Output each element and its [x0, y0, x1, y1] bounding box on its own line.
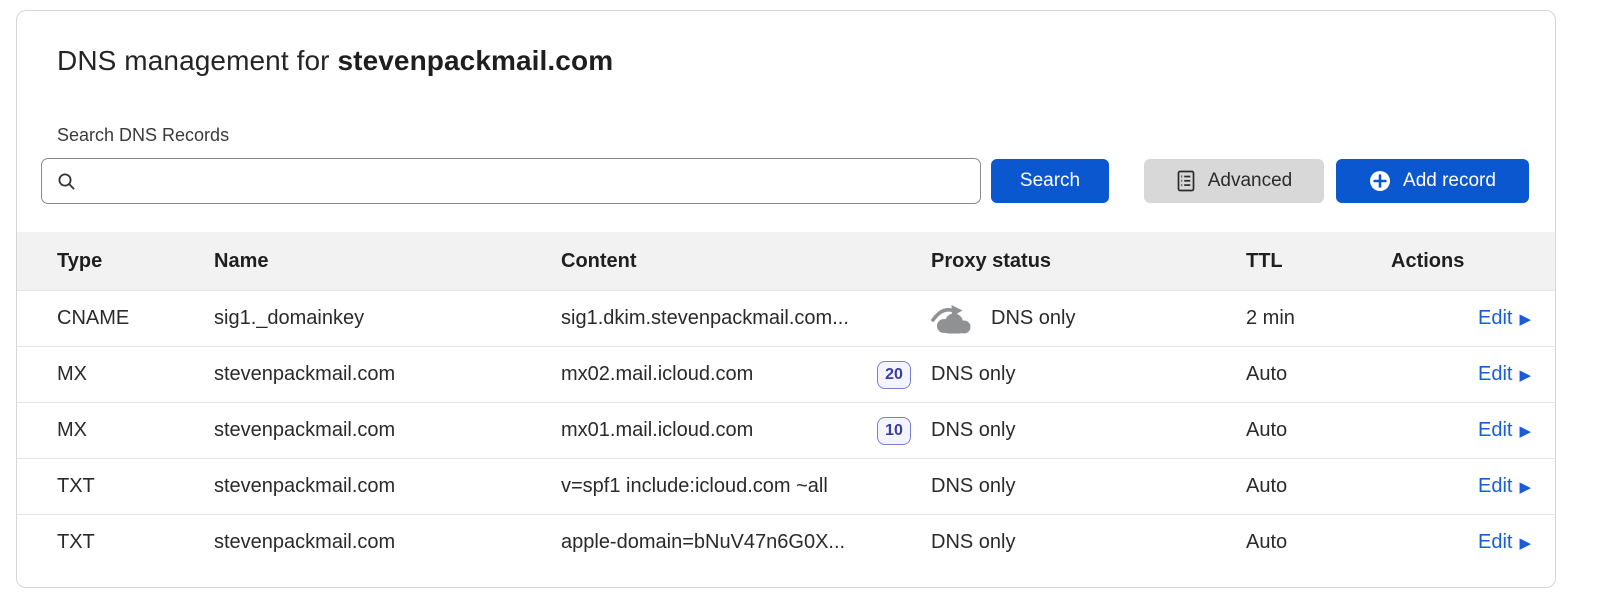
record-name: sig1._domainkey: [214, 307, 561, 330]
record-type: MX: [57, 419, 214, 442]
record-ttl: Auto: [1230, 363, 1375, 386]
edit-chevron-icon: ▶: [1519, 312, 1531, 327]
edit-link-label: Edit: [1478, 307, 1512, 330]
record-type: TXT: [57, 475, 214, 498]
table-body: CNAME sig1._domainkey sig1.dkim.stevenpa…: [17, 290, 1555, 570]
table-row: MX stevenpackmail.com mx02.mail.icloud.c…: [17, 346, 1555, 402]
edit-record-link[interactable]: Edit ▶: [1478, 531, 1531, 554]
proxy-status-text: DNS only: [931, 419, 1015, 442]
record-name: stevenpackmail.com: [214, 363, 561, 386]
edit-record-link[interactable]: Edit ▶: [1478, 419, 1531, 442]
column-header-proxy-status: Proxy status: [915, 250, 1230, 273]
dns-management-card: DNS management for stevenpackmail.com Se…: [16, 10, 1556, 588]
record-content: v=spf1 include:icloud.com ~all: [561, 475, 828, 498]
page-title-domain: stevenpackmail.com: [337, 45, 613, 76]
column-header-name: Name: [214, 250, 561, 273]
advanced-button[interactable]: Advanced: [1144, 159, 1324, 203]
proxy-status-text: DNS only: [931, 363, 1015, 386]
column-header-actions: Actions: [1375, 250, 1531, 273]
page-title-prefix: DNS management for: [57, 45, 337, 76]
search-icon: [56, 171, 77, 192]
record-content: mx01.mail.icloud.com: [561, 419, 753, 442]
record-type: MX: [57, 363, 214, 386]
edit-chevron-icon: ▶: [1519, 368, 1531, 383]
proxy-status-text: DNS only: [931, 531, 1015, 554]
edit-record-link[interactable]: Edit ▶: [1478, 363, 1531, 386]
table-header-row: Type Name Content Proxy status TTL Actio…: [17, 232, 1555, 290]
dns-records-table: Type Name Content Proxy status TTL Actio…: [17, 232, 1555, 570]
edit-chevron-icon: ▶: [1519, 536, 1531, 551]
search-row: Search Advanced Add record: [17, 158, 1555, 204]
dns-only-cloud-icon: [931, 303, 975, 334]
proxy-status-text: DNS only: [991, 307, 1075, 330]
table-row: TXT stevenpackmail.com apple-domain=bNuV…: [17, 514, 1555, 570]
table-row: TXT stevenpackmail.com v=spf1 include:ic…: [17, 458, 1555, 514]
record-ttl: Auto: [1230, 531, 1375, 554]
edit-link-label: Edit: [1478, 475, 1512, 498]
edit-link-label: Edit: [1478, 531, 1512, 554]
column-header-type: Type: [57, 250, 214, 273]
edit-record-link[interactable]: Edit ▶: [1478, 307, 1531, 330]
edit-link-label: Edit: [1478, 419, 1512, 442]
record-type: CNAME: [57, 307, 214, 330]
record-ttl: Auto: [1230, 475, 1375, 498]
search-label: Search DNS Records: [57, 125, 1515, 146]
page-title: DNS management for stevenpackmail.com: [57, 45, 1515, 77]
record-name: stevenpackmail.com: [214, 419, 561, 442]
record-ttl: 2 min: [1230, 307, 1375, 330]
card-header: DNS management for stevenpackmail.com Se…: [17, 11, 1555, 146]
edit-link-label: Edit: [1478, 363, 1512, 386]
record-content: sig1.dkim.stevenpackmail.com...: [561, 307, 849, 330]
record-content: apple-domain=bNuV47n6G0X...: [561, 531, 845, 554]
column-header-ttl: TTL: [1230, 250, 1375, 273]
mx-priority-badge: 20: [877, 361, 911, 389]
edit-chevron-icon: ▶: [1519, 480, 1531, 495]
proxy-status-text: DNS only: [931, 475, 1015, 498]
record-type: TXT: [57, 531, 214, 554]
record-ttl: Auto: [1230, 419, 1375, 442]
search-input-box[interactable]: [41, 158, 981, 204]
add-record-button-label: Add record: [1403, 170, 1496, 192]
edit-chevron-icon: ▶: [1519, 424, 1531, 439]
table-row: CNAME sig1._domainkey sig1.dkim.stevenpa…: [17, 290, 1555, 346]
record-name: stevenpackmail.com: [214, 475, 561, 498]
advanced-button-label: Advanced: [1208, 170, 1293, 192]
record-name: stevenpackmail.com: [214, 531, 561, 554]
mx-priority-badge: 10: [877, 417, 911, 445]
plus-circle-icon: [1369, 170, 1391, 192]
edit-record-link[interactable]: Edit ▶: [1478, 475, 1531, 498]
search-input[interactable]: [87, 170, 966, 192]
table-row: MX stevenpackmail.com mx01.mail.icloud.c…: [17, 402, 1555, 458]
column-header-content: Content: [561, 250, 915, 273]
advanced-list-icon: [1176, 170, 1196, 192]
search-button[interactable]: Search: [991, 159, 1109, 203]
add-record-button[interactable]: Add record: [1336, 159, 1529, 203]
record-content: mx02.mail.icloud.com: [561, 363, 753, 386]
